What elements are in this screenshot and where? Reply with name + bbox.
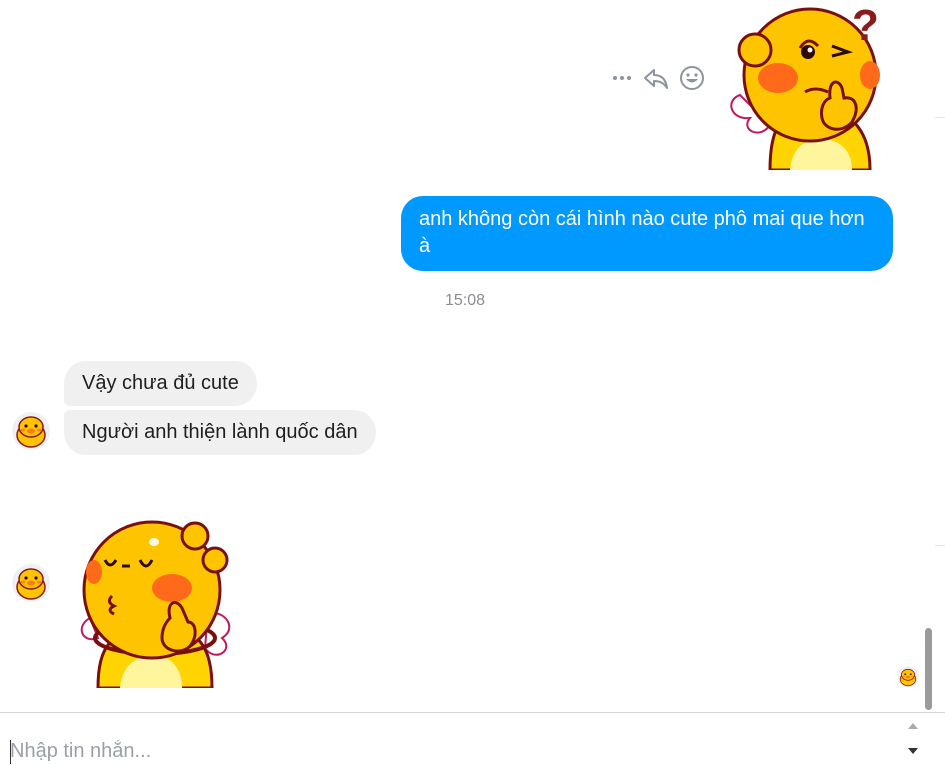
thinking-question-sticker[interactable]: ? <box>720 0 890 172</box>
contact-avatar[interactable] <box>11 563 51 603</box>
outgoing-message-bubble[interactable]: anh không còn cái hình nào cute phô mai … <box>401 196 893 271</box>
emoji-reaction-icon[interactable] <box>678 64 706 92</box>
scrollbar-thumb[interactable] <box>925 628 932 710</box>
message-composer <box>0 712 945 765</box>
scroll-up-arrow-icon[interactable] <box>900 714 926 738</box>
right-panel-edge <box>935 0 945 712</box>
divider <box>935 545 945 546</box>
seen-receipt-avatar <box>897 666 919 688</box>
message-input[interactable] <box>10 737 890 765</box>
message-thread[interactable]: ? anh không còn cái hình nào cute phô ma… <box>0 0 935 712</box>
message-actions <box>610 64 706 92</box>
shy-blushing-sticker[interactable] <box>70 518 240 690</box>
divider <box>935 117 945 118</box>
message-timestamp: 15:08 <box>445 292 486 309</box>
more-icon[interactable] <box>610 66 634 90</box>
incoming-message-bubble[interactable]: Người anh thiện lành quốc dân <box>64 410 376 455</box>
reply-icon[interactable] <box>642 64 670 92</box>
contact-avatar[interactable] <box>11 411 51 451</box>
incoming-message-bubble[interactable]: Vậy chưa đủ cute <box>64 361 257 406</box>
svg-text:?: ? <box>852 1 879 50</box>
text-caret <box>10 740 11 764</box>
scroll-down-arrow-icon[interactable] <box>900 739 926 763</box>
